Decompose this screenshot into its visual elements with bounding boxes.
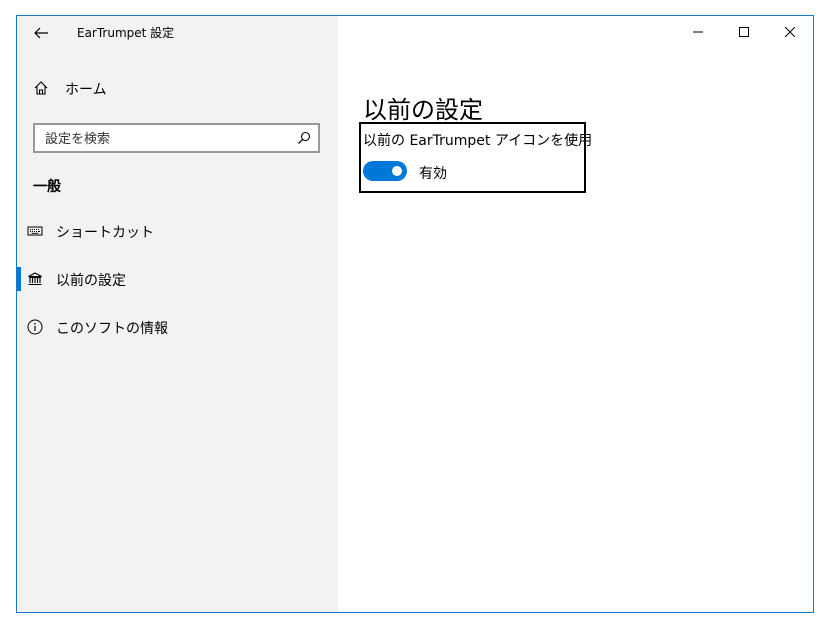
sidebar-item-label: ショートカット	[56, 225, 154, 241]
close-icon	[785, 27, 795, 37]
sidebar-item-label: このソフトの情報	[56, 321, 168, 337]
toggle-knob	[392, 166, 402, 176]
sidebar-item-shortcuts[interactable]: ショートカット	[17, 211, 338, 251]
sidebar-item-legacy-settings[interactable]: 以前の設定	[17, 259, 338, 299]
maximize-icon	[739, 27, 749, 37]
home-icon	[34, 81, 48, 95]
sidebar-item-about[interactable]: このソフトの情報	[17, 307, 338, 347]
minimize-button[interactable]	[675, 16, 721, 48]
titlebar-controls	[675, 16, 813, 48]
back-button[interactable]	[27, 20, 55, 46]
search-box	[33, 123, 320, 153]
maximize-button[interactable]	[721, 16, 767, 48]
legacy-icon-setting: 以前の EarTrumpet アイコンを使用 有効	[359, 122, 592, 193]
section-header: 一般	[33, 179, 61, 195]
sidebar-item-label: ホーム	[65, 82, 107, 98]
sidebar-item-label: 以前の設定	[56, 273, 126, 289]
app-title: EarTrumpet 設定	[77, 26, 175, 40]
toggle-state-label: 有効	[419, 166, 447, 182]
search-icon[interactable]	[297, 131, 311, 145]
setting-label: 以前の EarTrumpet アイコンを使用	[363, 133, 593, 149]
page-title: 以前の設定	[363, 96, 483, 125]
sidebar-item-home[interactable]: ホーム	[17, 72, 338, 104]
keyboard-icon	[27, 226, 43, 236]
arrow-left-icon	[34, 27, 48, 39]
close-button[interactable]	[767, 16, 813, 48]
bank-icon	[28, 272, 42, 286]
search-input[interactable]	[43, 128, 287, 150]
selection-indicator	[17, 267, 21, 291]
sidebar: EarTrumpet 設定 ホーム 一般 ショートカット	[17, 16, 338, 612]
minimize-icon	[693, 31, 703, 33]
info-icon	[27, 319, 43, 335]
legacy-icon-toggle[interactable]	[363, 161, 407, 181]
settings-window: EarTrumpet 設定 ホーム 一般 ショートカット	[16, 15, 814, 613]
